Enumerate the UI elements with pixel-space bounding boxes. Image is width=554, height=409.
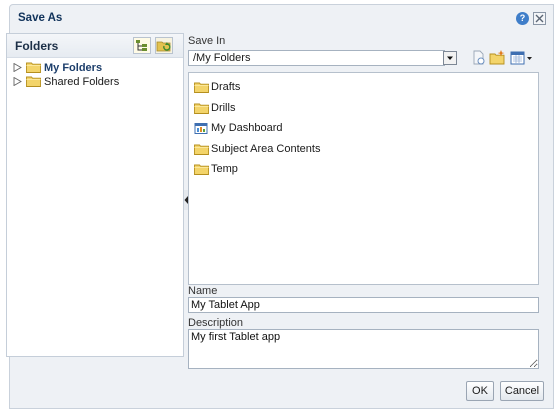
list-item[interactable]: Drafts: [194, 80, 240, 94]
folder-icon: [26, 76, 41, 87]
help-icon[interactable]: ?: [516, 12, 529, 25]
save-in-path-field[interactable]: /My Folders: [188, 50, 445, 66]
dashboard-icon: [194, 122, 208, 134]
name-field[interactable]: [188, 297, 539, 313]
list-item-label: Drills: [211, 102, 236, 114]
dialog-title: Save As: [18, 12, 63, 24]
description-label: Description: [188, 317, 244, 329]
folder-icon: [194, 144, 209, 155]
refresh-folders-icon[interactable]: [155, 37, 173, 54]
name-label: Name: [188, 285, 218, 297]
tree-item-shared-folders[interactable]: Shared Folders: [13, 75, 119, 88]
tree-item-my-folders[interactable]: My Folders: [13, 61, 102, 74]
folder-contents-list[interactable]: Drafts Drills My Dashboard Subject Area …: [188, 72, 539, 285]
new-document-icon[interactable]: [470, 49, 488, 67]
folders-panel-title: Folders: [15, 39, 59, 53]
close-icon[interactable]: [533, 12, 546, 25]
list-item-label: Subject Area Contents: [211, 143, 321, 155]
dialog-titlebar: Save As ?: [10, 5, 553, 33]
list-item-label: My Dashboard: [211, 122, 283, 134]
chevron-down-icon: [447, 56, 453, 60]
list-item[interactable]: Drills: [194, 101, 235, 115]
view-options-icon[interactable]: [510, 49, 534, 67]
folders-panel: Folders My Folders Shared Folders: [6, 33, 184, 357]
folder-icon: [194, 82, 209, 93]
expand-arrow-icon[interactable]: [13, 63, 22, 72]
list-item-label: Drafts: [211, 81, 241, 93]
list-item[interactable]: Subject Area Contents: [194, 142, 320, 156]
list-item[interactable]: Temp: [194, 162, 238, 176]
folders-header: Folders: [7, 34, 183, 58]
save-in-label: Save In: [188, 35, 226, 47]
cancel-button[interactable]: Cancel: [500, 381, 544, 401]
ok-button[interactable]: OK: [466, 381, 494, 401]
description-field[interactable]: My first Tablet app: [188, 329, 539, 369]
folder-icon: [194, 103, 209, 114]
show-tree-icon[interactable]: [133, 37, 151, 54]
list-item-label: Temp: [211, 163, 238, 175]
new-folder-icon[interactable]: [489, 49, 507, 67]
expand-arrow-icon[interactable]: [13, 77, 22, 86]
folder-icon: [26, 62, 41, 73]
list-item[interactable]: My Dashboard: [194, 121, 283, 135]
path-dropdown-button[interactable]: [443, 51, 457, 65]
folder-icon: [194, 164, 209, 175]
tree-item-label: Shared Folders: [44, 75, 120, 88]
tree-item-label: My Folders: [44, 61, 103, 74]
